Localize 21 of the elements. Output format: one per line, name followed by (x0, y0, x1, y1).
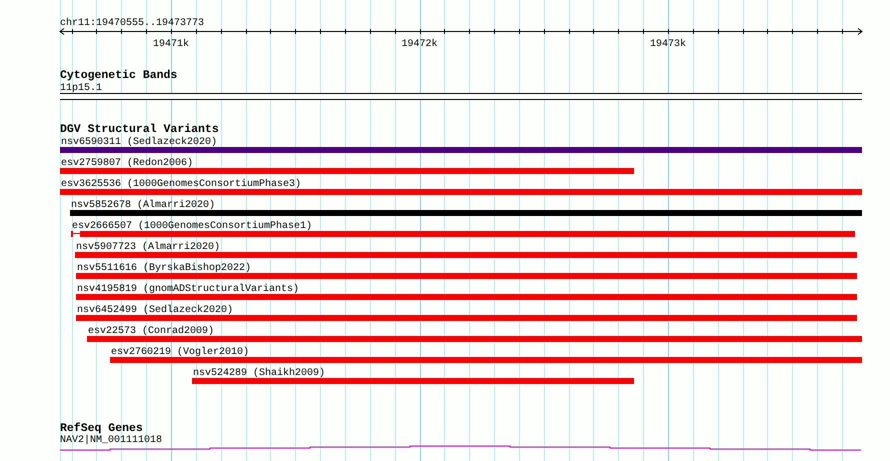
track-title: Cytogenetic Bands (60, 69, 178, 82)
variant-label: esv2759807 (Redon2006) (61, 158, 194, 169)
ruler-title: chr11:19470555..19473773 (60, 18, 204, 29)
band-label: 11p15.1 (60, 83, 102, 94)
variant-label: esv3625536 (1000GenomesConsortiumPhase3) (61, 179, 302, 190)
track-title: RefSeq Genes (60, 422, 143, 435)
variant-label: esv22573 (Conrad2009) (88, 326, 214, 337)
variant-label: nsv6452499 (Sedlazeck2020) (77, 305, 234, 316)
tick-label: 19471k (153, 39, 189, 50)
track-title: DGV Structural Variants (60, 123, 219, 136)
variant-label: nsv5907723 (Almarri2020) (76, 242, 220, 253)
variant-label: esv2760219 (Vogler2010) (111, 347, 250, 358)
variant-label: nsv6590311 (Sedlazeck2020) (61, 137, 218, 148)
variant-label: nsv524289 (Shaikh2009) (193, 368, 326, 379)
variant-label: nsv4195819 (gnomADStructuralVariants) (77, 284, 300, 295)
tick-label: 19473k (650, 39, 686, 50)
variant-label: nsv5852678 (Almarri2020) (71, 200, 216, 211)
tick-label: 19472k (402, 39, 438, 50)
variant-label: esv2666507 (1000GenomesConsortiumPhase1) (72, 221, 312, 232)
variant-label: nsv5511616 (ByrskaBishop2022) (77, 263, 252, 274)
gene-label: NAV2|NM_001111018 (60, 435, 162, 446)
